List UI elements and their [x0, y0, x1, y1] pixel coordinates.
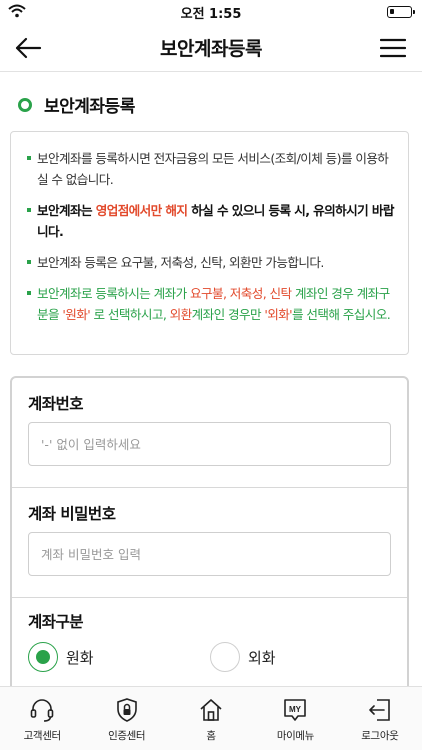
account-password-label: 계좌 비밀번호	[28, 505, 116, 523]
radio-circle-icon	[28, 642, 58, 672]
tab-home-label: 홈	[206, 730, 216, 742]
radio-won-label: 원화	[66, 648, 94, 667]
tab-certification-center-label: 인증센터	[108, 730, 146, 742]
radio-circle-icon	[210, 642, 240, 672]
logout-icon	[369, 699, 390, 721]
notice-box: 보안계좌를 등록하시면 전자금융의 모든 서비스(조회/이체 등)를 이용하실 …	[10, 131, 409, 355]
tab-customer-center[interactable]: 고객센터	[0, 687, 84, 750]
radio-foreign-currency[interactable]: 외화	[210, 642, 276, 672]
tab-logout-label: 로그아웃	[361, 730, 399, 742]
tab-logout[interactable]: 로그아웃	[338, 687, 422, 750]
ring-bullet-icon	[18, 97, 32, 112]
notice-item: 보안계좌로 등록하시는 계좌가 요구불, 저축성, 신탁 계좌인 경우 계좌구분…	[27, 283, 394, 325]
bottom-tab-bar: 고객센터 인증센터 홈 MY 마이메뉴 로그아웃	[0, 686, 422, 750]
headset-icon	[30, 699, 54, 722]
hamburger-menu-button[interactable]	[380, 36, 406, 60]
account-form: 계좌번호 계좌 비밀번호 계좌구분 원화 외화	[10, 376, 409, 706]
account-password-input[interactable]	[28, 532, 391, 576]
section-heading: 보안계좌등록	[18, 92, 135, 117]
section-title: 보안계좌등록	[44, 97, 135, 117]
account-number-input[interactable]	[28, 422, 391, 466]
tab-my-menu-label: 마이메뉴	[276, 730, 314, 742]
notice-item: 보안계좌를 등록하시면 전자금융의 모든 서비스(조회/이체 등)를 이용하실 …	[27, 148, 394, 190]
svg-text:MY: MY	[289, 705, 302, 714]
tab-my-menu[interactable]: MY 마이메뉴	[253, 687, 337, 750]
radio-foreign-currency-label: 외화	[248, 648, 276, 667]
status-bar: 오전 1:55	[0, 0, 422, 24]
tab-home[interactable]: 홈	[169, 687, 253, 750]
radio-won[interactable]: 원화	[28, 642, 94, 672]
my-menu-icon: MY	[284, 699, 307, 721]
page-title: 보안계좌등록	[160, 38, 262, 60]
notice-item: 보안계좌 등록은 요구불, 저축성, 신탁, 외환만 가능합니다.	[27, 252, 394, 273]
status-time: 오전 1:55	[180, 6, 242, 22]
wifi-icon	[8, 4, 26, 18]
app-header: 보안계좌등록	[0, 24, 422, 72]
battery-icon	[387, 6, 415, 18]
tab-customer-center-label: 고객센터	[23, 730, 61, 742]
account-number-label: 계좌번호	[28, 395, 84, 413]
home-icon	[200, 699, 222, 721]
tab-certification-center[interactable]: 인증센터	[84, 687, 168, 750]
account-password-group: 계좌 비밀번호	[12, 488, 407, 598]
notice-item: 보안계좌는 영업점에서만 해지 하실 수 있으니 등록 시, 유의하시기 바랍니…	[27, 200, 394, 242]
account-number-group: 계좌번호	[12, 378, 407, 488]
back-button[interactable]	[14, 36, 42, 60]
account-type-label: 계좌구분	[28, 613, 84, 631]
shield-lock-icon	[116, 698, 137, 722]
